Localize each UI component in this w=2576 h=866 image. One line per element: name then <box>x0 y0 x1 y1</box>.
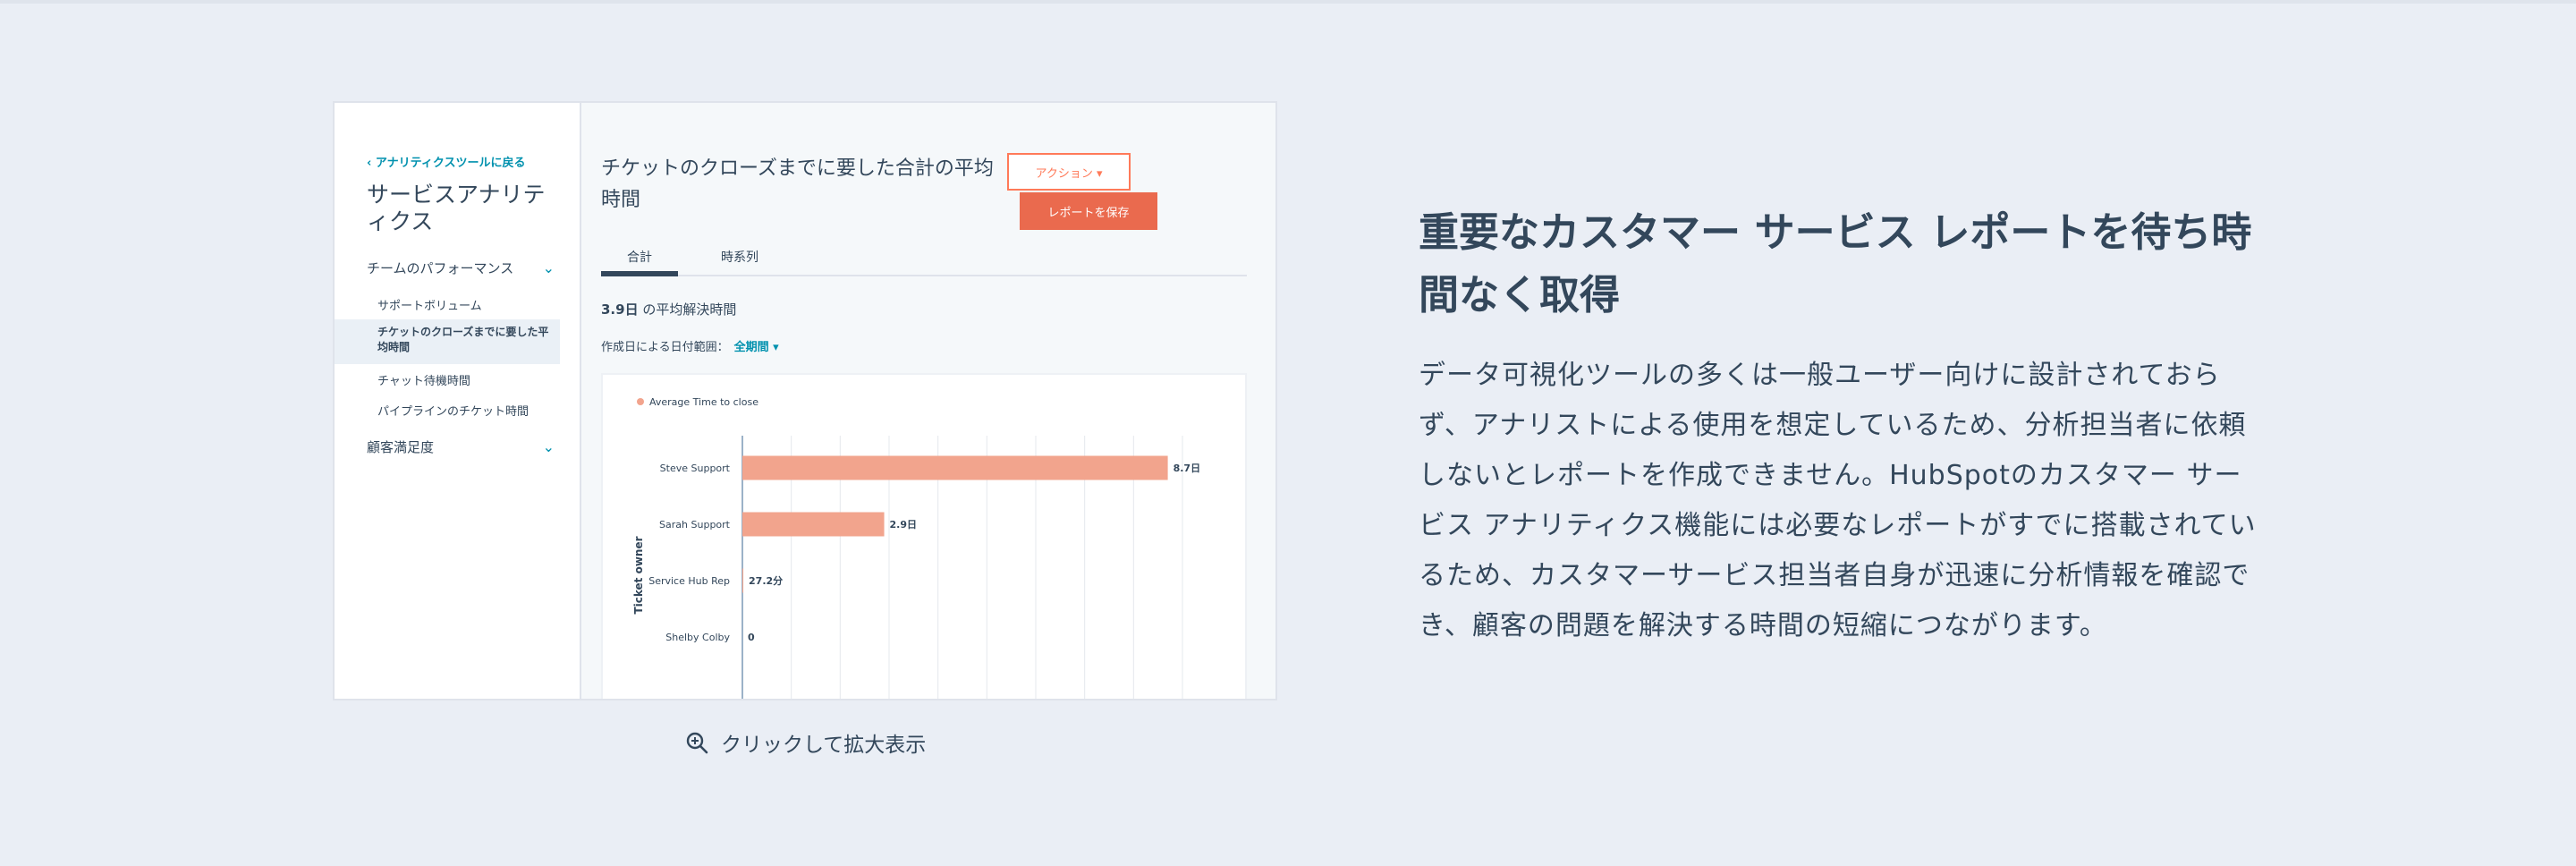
nav-group-label: チームのパフォーマンス <box>367 259 514 276</box>
top-border <box>0 0 2576 4</box>
sidebar-title: サービスアナリティクス <box>367 182 546 234</box>
section-body: データ可視化ツールの多くは一般ユーザー向けに設計されておらず、アナリストによる使… <box>1419 360 2257 641</box>
y-axis-label: Ticket owner <box>632 536 645 614</box>
zoom-in-icon <box>686 732 708 754</box>
nav-group-team-performance[interactable]: チームのパフォーマンス ⌄ <box>367 257 555 278</box>
nav-group-label: 顧客満足度 <box>367 438 435 455</box>
report-screenshot[interactable]: ‹ アナリティクスツールに戻る サービスアナリティクス チームのパフォーマンス … <box>333 101 1277 700</box>
date-range-label: 作成日による日付範囲： <box>601 341 729 354</box>
date-range-dropdown[interactable]: 全期間 ▾ <box>734 341 779 354</box>
metric-value: 3.9日 <box>601 301 639 318</box>
metric-suffix: の平均解決時間 <box>638 301 737 318</box>
bar-chart: Average Time to close Ticket owner Steve S… <box>632 396 1201 699</box>
bar <box>742 455 1168 480</box>
back-to-analytics-link[interactable]: ‹ アナリティクスツールに戻る <box>367 153 525 170</box>
bar <box>742 512 885 537</box>
date-range-filter: 作成日による日付範囲： 全期間 ▾ <box>601 337 779 354</box>
legend-label: Average Time to close <box>649 396 758 408</box>
chevron-down-icon: ⌄ <box>542 259 555 276</box>
actions-button[interactable]: アクション ▾ <box>1007 153 1131 191</box>
report-tabs: 合計 時系列 <box>601 242 1247 276</box>
analytics-sidebar: ‹ アナリティクスツールに戻る サービスアナリティクス チームのパフォーマンス … <box>335 103 581 699</box>
zoom-caption[interactable]: クリックして拡大表示 <box>685 725 926 760</box>
category-label: Shelby Colby <box>665 632 730 643</box>
avg-resolution-metric: 3.9日 の平均解決時間 <box>601 300 736 318</box>
legend-swatch <box>637 398 644 405</box>
tab-total[interactable]: 合計 <box>601 242 678 276</box>
nav-group-csat[interactable]: 顧客満足度 ⌄ <box>367 436 555 457</box>
report-main: チケットのクローズまでに要した合計の平均時間 アクション ▾ レポートを保存 合… <box>581 103 1275 699</box>
nav-item-avg-close-time[interactable]: チケットのクローズまでに要した平均時間 <box>335 319 560 364</box>
save-report-button[interactable]: レポートを保存 <box>1020 192 1157 230</box>
category-label: Service Hub Rep <box>648 575 730 587</box>
tab-time-series[interactable]: 時系列 <box>701 242 778 276</box>
report-title: チケットのクローズまでに要した合計の平均時間 <box>601 157 994 211</box>
bar <box>742 568 744 593</box>
bar-chart-card: Average Time to close Ticket owner Steve S… <box>601 373 1247 699</box>
section-heading: 重要なカスタマー サービス レポートを待ち時間なく取得 <box>1419 208 2252 318</box>
data-label: 8.7日 <box>1174 463 1201 474</box>
category-label: Sarah Support <box>659 519 731 531</box>
nav-item-support-volume[interactable]: サポートボリューム <box>377 296 565 313</box>
chevron-down-icon: ⌄ <box>542 437 555 455</box>
data-label: 0 <box>748 632 755 643</box>
category-label: Steve Support <box>660 463 731 474</box>
zoom-caption-text: クリックして拡大表示 <box>721 734 927 757</box>
nav-item-chat-wait[interactable]: チャット待機時間 <box>377 371 565 388</box>
data-label: 27.2分 <box>749 574 783 587</box>
nav-item-label: チケットのクローズまでに要した平均時間 <box>377 326 549 353</box>
nav-item-pipeline-time[interactable]: パイプラインのチケット時間 <box>377 402 565 419</box>
data-label: 2.9日 <box>890 519 918 531</box>
